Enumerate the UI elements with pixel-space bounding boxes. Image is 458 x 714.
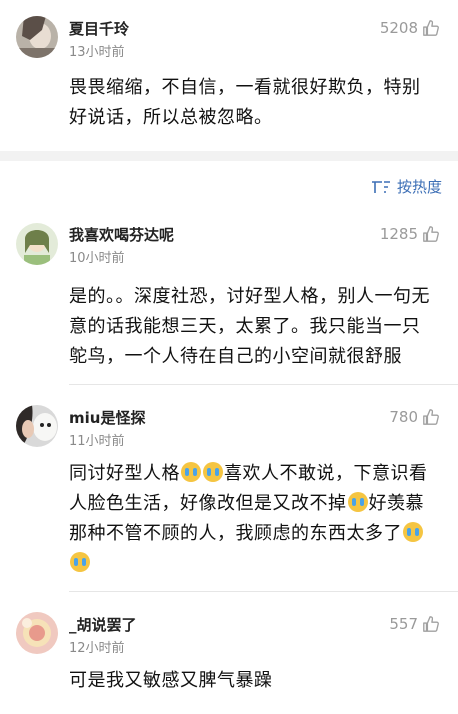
timestamp: 13小时前: [69, 45, 125, 60]
avatar[interactable]: [16, 16, 58, 58]
sort-label: 按热度: [396, 178, 442, 196]
comment-page: 夏目千玲 13小时前 5208 畏畏缩缩，不自信，一看就很好欺负，特别好说话，所…: [0, 0, 458, 714]
avatar-image: [16, 405, 58, 447]
like-button[interactable]: 5208: [380, 19, 440, 37]
avatar[interactable]: [16, 223, 58, 265]
comment-item: 夏目千玲 13小时前 5208 畏畏缩缩，不自信，一看就很好欺负，特别好说话，所…: [0, 0, 458, 151]
avatar-image: [16, 612, 58, 654]
sort-button[interactable]: 按热度: [371, 176, 442, 197]
username[interactable]: miu是怪探: [69, 407, 145, 428]
sort-bar: 按热度: [0, 161, 458, 209]
like-button[interactable]: 780: [389, 408, 440, 426]
comment-text: 是的。。深度社恐，讨好型人格，别人一句无意的话我能想三天，太累了。我只能当一只鸵…: [69, 286, 430, 367]
crying-emoji-icon: [347, 492, 368, 512]
crying-emoji-icon: [70, 552, 90, 572]
username[interactable]: _胡说罢了: [69, 614, 137, 635]
text-segment: 同讨好型人格: [69, 463, 180, 484]
timestamp: 12小时前: [69, 641, 125, 656]
thumbs-up-icon: [423, 20, 439, 36]
username[interactable]: 夏目千玲: [69, 18, 129, 39]
section-divider: [0, 151, 458, 161]
like-count: 780: [389, 408, 418, 426]
like-button[interactable]: 1285: [380, 225, 440, 243]
comment-text: 同讨好型人格 喜欢人不敢说，下意识看人脸色生活，好像改但是又改不掉 好羡慕那种不管不…: [0, 447, 458, 591]
avatar-image: [16, 16, 58, 58]
like-count: 1285: [379, 225, 418, 243]
avatar-image: [16, 223, 58, 265]
like-button[interactable]: 557: [389, 615, 440, 633]
comment-item: miu是怪探 11小时前 780 同讨好型人格 喜欢人不敢说，下意识看人脸色生活，…: [0, 385, 458, 592]
thumbs-up-icon: [423, 226, 439, 242]
timestamp: 11小时前: [69, 434, 125, 449]
thumbs-up-icon: [423, 616, 439, 632]
thumbs-up-icon: [423, 409, 439, 425]
crying-emoji-icon: [203, 462, 223, 482]
comment-item: _胡说罢了 12小时前 557 可是我又敏感又脾气暴躁: [0, 592, 458, 696]
avatar[interactable]: [16, 405, 58, 447]
comment-item: 我喜欢喝芬达呢 10小时前 1285 是的。。深度社恐，讨好型人格，别人一句无意…: [0, 209, 458, 385]
comment-text: 畏畏缩缩，不自信，一看就很好欺负，特别好说话，所以总被忽略。: [69, 77, 421, 128]
crying-emoji-icon: [403, 522, 423, 542]
like-count: 557: [389, 615, 418, 633]
comment-text: 可是我又敏感又脾气暴躁: [69, 670, 273, 691]
crying-emoji-icon: [181, 462, 201, 482]
avatar[interactable]: [16, 612, 58, 654]
timestamp: 10小时前: [69, 251, 125, 266]
like-count: 5208: [379, 19, 418, 37]
username[interactable]: 我喜欢喝芬达呢: [69, 224, 174, 245]
sort-icon: [371, 180, 390, 193]
